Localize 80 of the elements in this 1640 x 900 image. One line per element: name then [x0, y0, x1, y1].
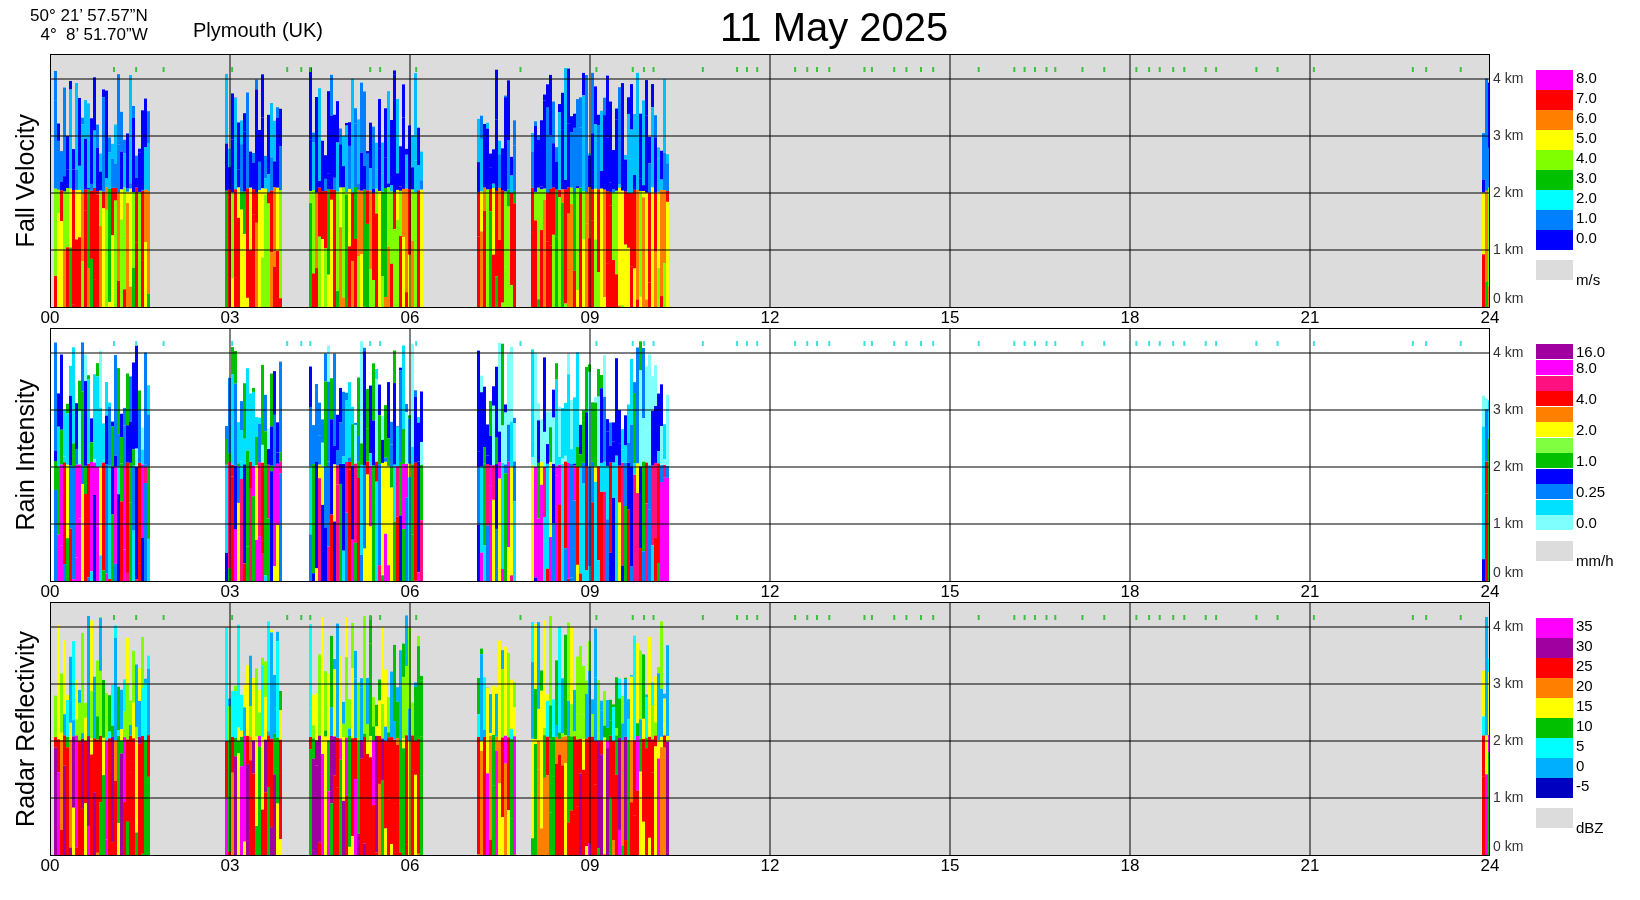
- axis-tick-label: 24: [1480, 582, 1500, 602]
- legend-label: 1.0: [1576, 210, 1597, 226]
- no-data-swatch: [1536, 808, 1573, 828]
- axis-tick-label: 4 km: [1493, 344, 1524, 360]
- legend-label: 7.0: [1576, 90, 1597, 106]
- legend-label: 0.0: [1576, 230, 1597, 246]
- legend-label: 15: [1576, 698, 1593, 714]
- axis-tick-label: 4 km: [1493, 70, 1524, 86]
- axis-tick-label: 00: [40, 856, 60, 876]
- axis-tick-label: 09: [580, 308, 600, 328]
- axis-tick-label: 00: [40, 582, 60, 602]
- axis-tick-label: 09: [580, 582, 600, 602]
- unit-label: m/s: [1576, 272, 1601, 288]
- panel-title: Fall Velocity: [11, 114, 39, 248]
- legend-label: 25: [1576, 658, 1593, 674]
- axis-tick-label: 12: [760, 856, 780, 876]
- longitude-label: 4° 8’ 51.70”W: [40, 25, 148, 44]
- axis-tick-label: 3 km: [1493, 675, 1524, 691]
- axis-tick-label: 06: [400, 308, 420, 328]
- legend-label: 3.0: [1576, 170, 1597, 186]
- axis-tick-label: 3 km: [1493, 127, 1524, 143]
- unit-label: dBZ: [1576, 820, 1604, 836]
- axis-tick-label: 21: [1300, 582, 1320, 602]
- latitude-label: 50° 21’ 57.57”N: [30, 6, 148, 25]
- axis-tick-label: 03: [220, 856, 240, 876]
- legend-label: 5: [1576, 738, 1585, 754]
- location-label: Plymouth (UK): [193, 18, 324, 43]
- legend-label: 1.0: [1576, 453, 1597, 469]
- legend-label: 2.0: [1576, 422, 1597, 438]
- legend-label: 8.0: [1576, 70, 1597, 86]
- axis-tick-label: 21: [1300, 308, 1320, 328]
- axis-tick-label: 2 km: [1493, 184, 1524, 200]
- axis-tick-label: 1 km: [1493, 789, 1524, 805]
- panel-title: Radar Reflectivity: [11, 631, 39, 827]
- axis-tick-label: 24: [1480, 308, 1500, 328]
- axis-tick-label: 1 km: [1493, 241, 1524, 257]
- unit-label: mm/h: [1576, 553, 1614, 569]
- chart-title: 11 May 2025: [720, 4, 949, 50]
- legend-label: 2.0: [1576, 190, 1597, 206]
- axis-tick-label: 18: [1120, 856, 1140, 876]
- axis-tick-label: 15: [940, 308, 960, 328]
- no-data-swatch: [1536, 541, 1573, 561]
- axis-tick-label: 15: [940, 582, 960, 602]
- axis-tick-label: 15: [940, 856, 960, 876]
- legend-label: 16.0: [1576, 344, 1606, 360]
- axis-tick-label: 0 km: [1493, 290, 1524, 306]
- legend-label: -5: [1576, 778, 1590, 794]
- axis-tick-label: 18: [1120, 582, 1140, 602]
- axis-tick-label: 21: [1300, 856, 1320, 876]
- axis-tick-label: 4 km: [1493, 618, 1524, 634]
- legend-label: 8.0: [1576, 360, 1597, 376]
- axis-tick-label: 0 km: [1493, 838, 1524, 854]
- no-data-swatch: [1536, 260, 1573, 280]
- axis-tick-label: 12: [760, 308, 780, 328]
- legend-label: 10: [1576, 718, 1593, 734]
- axis-tick-label: 2 km: [1493, 732, 1524, 748]
- axis-tick-label: 1 km: [1493, 515, 1524, 531]
- legend-label: 4.0: [1576, 391, 1597, 407]
- axis-tick-label: 06: [400, 582, 420, 602]
- legend-label: 0: [1576, 758, 1585, 774]
- axis-tick-label: 03: [220, 582, 240, 602]
- axis-tick-label: 09: [580, 856, 600, 876]
- axis-tick-label: 12: [760, 582, 780, 602]
- axis-tick-label: 24: [1480, 856, 1500, 876]
- legend-label: 30: [1576, 638, 1593, 654]
- legend-label: 0.0: [1576, 515, 1597, 531]
- axis-tick-label: 2 km: [1493, 458, 1524, 474]
- axis-tick-label: 3 km: [1493, 401, 1524, 417]
- panel-title: Rain Intensity: [11, 379, 39, 531]
- axis-tick-label: 0 km: [1493, 564, 1524, 580]
- axis-tick-label: 18: [1120, 308, 1140, 328]
- legend-label: 0.25: [1576, 484, 1606, 500]
- legend-label: 4.0: [1576, 150, 1597, 166]
- axis-tick-label: 03: [220, 308, 240, 328]
- axis-tick-label: 06: [400, 856, 420, 876]
- legend-label: 6.0: [1576, 110, 1597, 126]
- legend-label: 5.0: [1576, 130, 1597, 146]
- legend-label: 20: [1576, 678, 1593, 694]
- axis-tick-label: 00: [40, 308, 60, 328]
- legend-label: 35: [1576, 618, 1593, 634]
